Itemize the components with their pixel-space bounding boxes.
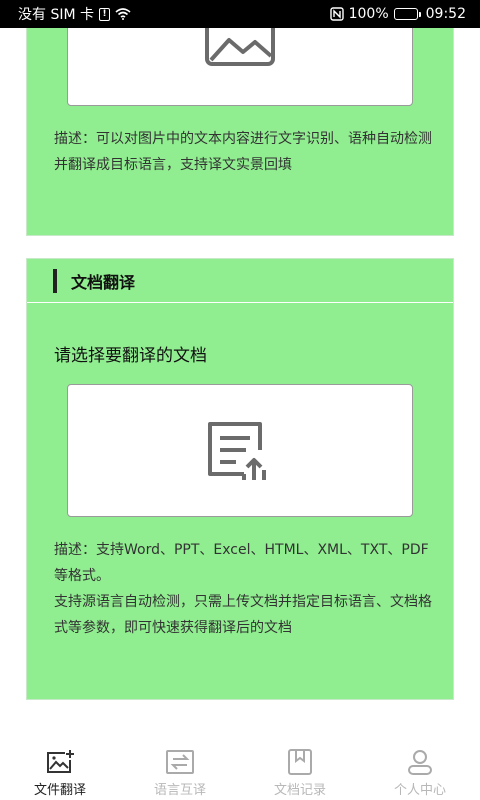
nfc-icon (329, 7, 344, 21)
tab-label: 语言互译 (153, 783, 206, 798)
clock: 09:52 (425, 6, 466, 22)
battery-icon (393, 8, 421, 20)
tab-label: 个人中心 (393, 783, 446, 798)
select-document-prompt: 请选择要翻译的文档 (54, 346, 207, 366)
swap-icon (164, 748, 196, 776)
sim-alert-icon: ! (99, 7, 110, 21)
bookmark-icon (284, 748, 316, 776)
bottom-tab-bar: 文件翻译 语言互译 文档记录 个人中心 (0, 740, 480, 800)
carrier-label: 没有 SIM 卡 (18, 7, 94, 23)
tab-label: 文件翻译 (33, 783, 86, 798)
tab-document-records[interactable]: 文档记录 (240, 740, 360, 800)
scroll-content[interactable]: 描述：可以对图片中的文本内容进行文字识别、语种自动检测并翻译成目标语言，支持译文… (0, 28, 480, 740)
tab-language-translate[interactable]: 语言互译 (120, 740, 240, 800)
image-plus-icon (44, 748, 76, 776)
description-formats: 描述：支持Word、PPT、Excel、HTML、XML、TXT、PDF等格式。 (54, 542, 429, 584)
battery-percent: 100% (348, 6, 389, 22)
status-right: 100% 09:52 (329, 6, 466, 22)
image-translate-description: 描述：可以对图片中的文本内容进行文字识别、语种自动检测并翻译成目标语言，支持译文… (54, 131, 432, 173)
document-upload-area[interactable] (67, 384, 413, 517)
tab-label: 文档记录 (273, 783, 326, 798)
person-icon (404, 748, 436, 776)
tab-personal-center[interactable]: 个人中心 (360, 740, 480, 800)
wifi-icon (115, 8, 131, 20)
document-translate-card: 文档翻译 请选择要翻译的文档 描述：支持Word、PPT、Excel、HTML、… (26, 258, 454, 700)
status-bar: 没有 SIM 卡 ! 100% 09:52 (0, 0, 480, 28)
image-upload-area[interactable] (67, 28, 413, 106)
image-icon (205, 28, 275, 66)
header-accent-bar (53, 268, 57, 293)
section-title: 文档翻译 (71, 272, 136, 292)
status-left: 没有 SIM 卡 ! (18, 4, 131, 24)
description-details: 支持源语言自动检测，只需上传文档并指定目标语言、文档格式等参数，即可快速获得翻译… (54, 594, 432, 636)
document-translate-description: 描述：支持Word、PPT、Excel、HTML、XML、TXT、PDF等格式。… (54, 537, 434, 641)
document-upload-icon (208, 421, 266, 480)
section-header: 文档翻译 (27, 259, 453, 303)
tab-file-translate[interactable]: 文件翻译 (0, 740, 120, 800)
image-translate-card: 描述：可以对图片中的文本内容进行文字识别、语种自动检测并翻译成目标语言，支持译文… (26, 28, 454, 236)
